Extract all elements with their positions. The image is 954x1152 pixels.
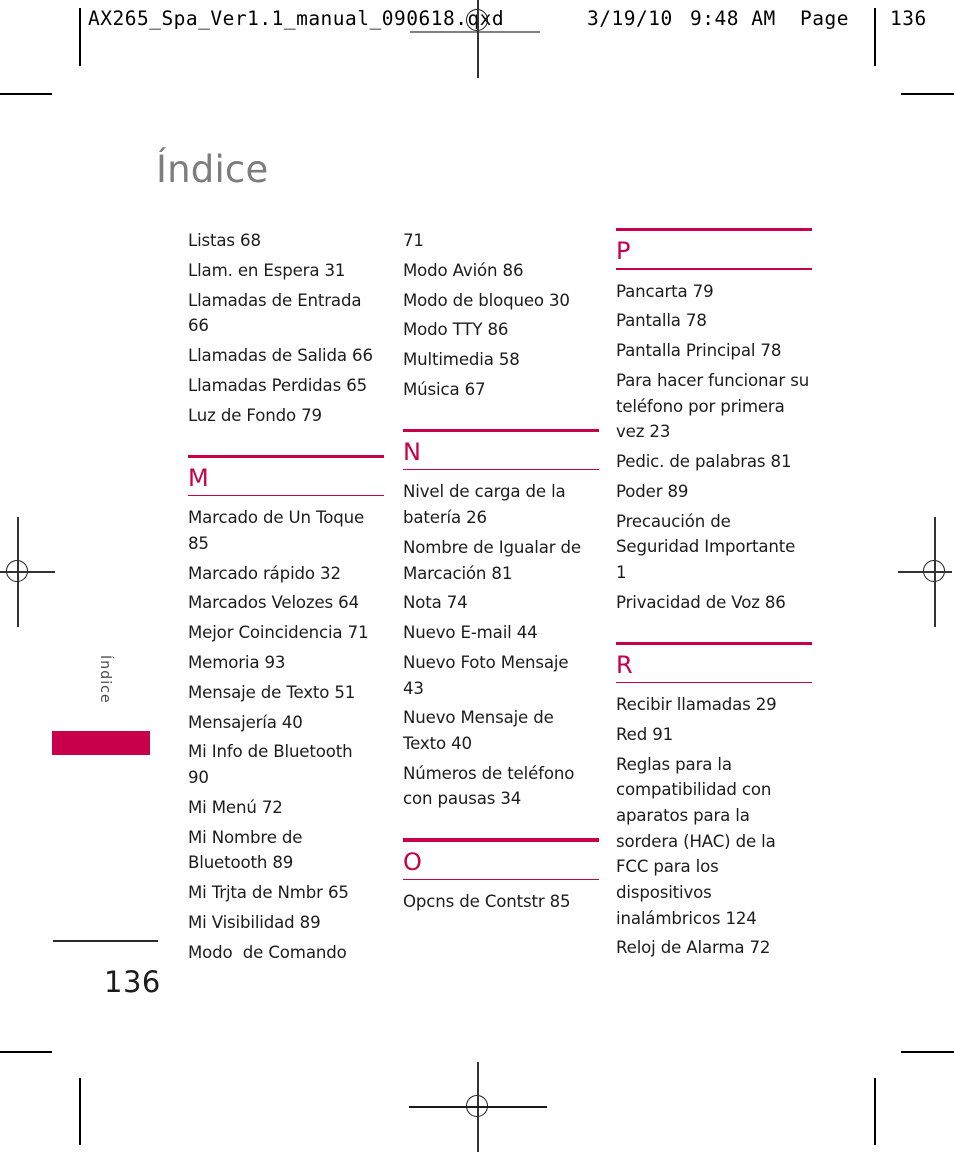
index-entry[interactable]: Nuevo Mensaje de Texto 40: [403, 705, 599, 756]
section-letter: M: [188, 463, 209, 492]
section-rule-thin: [188, 494, 384, 497]
side-tab-block: [52, 731, 150, 755]
index-entry[interactable]: Modo Avión 86: [403, 258, 599, 284]
index-entry[interactable]: Mensajería 40: [188, 710, 384, 736]
section-rule-thin: [616, 681, 812, 684]
section-rule-thin: [616, 268, 812, 270]
index-entry[interactable]: Recibir llamadas 29: [616, 692, 812, 718]
crop-mark-vertical-right-top: [874, 8, 876, 66]
index-entry[interactable]: Nuevo Foto Mensaje 43: [403, 650, 599, 701]
index-entry[interactable]: Mejor Coincidencia 71: [188, 620, 384, 646]
crop-mark-vertical-left-bottom: [79, 1078, 81, 1145]
crop-mark-horizontal-right-top: [901, 93, 954, 95]
section-letter: R: [616, 650, 633, 679]
registration-mark-bottom-center: [409, 1062, 547, 1152]
index-entry[interactable]: Marcado rápido 32: [188, 561, 384, 587]
index-entry[interactable]: Marcado de Un Toque 85: [188, 505, 384, 556]
index-entry[interactable]: Precaución de Seguridad Importante 1: [616, 509, 812, 586]
section-rule-thin: [403, 469, 599, 471]
registration-horizontal-bar: [409, 1106, 547, 1108]
index-entry[interactable]: Pancarta 79: [616, 279, 812, 305]
index-entry[interactable]: Llamadas de Entrada 66: [188, 288, 384, 339]
proof-header-date: 3/19/10: [587, 7, 673, 30]
page-number: 136: [104, 965, 161, 999]
registration-horizontal-bar: [0, 571, 55, 573]
index-entry[interactable]: Marcados Velozes 64: [188, 590, 384, 616]
index-entry[interactable]: Nivel de carga de la batería 26: [403, 479, 599, 530]
index-entry[interactable]: Mi Nombre de Bluetooth 89: [188, 825, 384, 876]
index-section-p: P Pancarta 79 Pantalla 78 Pantalla Principa…: [616, 228, 812, 615]
index-entry[interactable]: Memoria 93: [188, 650, 384, 676]
section-letter: P: [616, 237, 631, 266]
index-entry[interactable]: Poder 89: [616, 479, 812, 505]
proof-header-page-label: Page: [800, 7, 849, 30]
index-entry[interactable]: Mi Menú 72: [188, 795, 384, 821]
proof-header-page-value: 136: [890, 7, 927, 30]
index-entry[interactable]: Nota 74: [403, 590, 599, 616]
index-column-3: P Pancarta 79 Pantalla 78 Pantalla Principa…: [616, 228, 812, 965]
index-entry[interactable]: Nuevo E-mail 44: [403, 620, 599, 646]
index-entry[interactable]: Modo TTY 86: [403, 317, 599, 343]
index-entry[interactable]: Música 67: [403, 377, 599, 403]
index-section-o: O Opcns de Contstr 85: [403, 816, 599, 914]
index-entry[interactable]: Reloj de Alarma 72: [616, 935, 812, 961]
index-entry[interactable]: Pedic. de palabras 81: [616, 449, 812, 475]
index-column-1: Listas 68 Llam. en Espera 31 Llamadas de E…: [188, 228, 384, 970]
registration-vertical-bar: [477, 0, 479, 78]
registration-mark-top-center: [461, 0, 495, 78]
index-entry[interactable]: Reglas para la compatibilidad con aparat…: [616, 752, 812, 931]
registration-mark-right: [898, 517, 952, 627]
index-entry[interactable]: Luz de Fondo 79: [188, 403, 384, 429]
section-letter: N: [403, 438, 421, 467]
index-entry[interactable]: Listas 68: [188, 228, 384, 254]
index-entry[interactable]: Mensaje de Texto 51: [188, 680, 384, 706]
index-entry[interactable]: Mi Trjta de Nmbr 65: [188, 880, 384, 906]
index-section-m: M Marcado de Un Toque 85 Marcado rápido 32…: [188, 433, 384, 966]
section-letter: O: [403, 847, 422, 876]
index-entry[interactable]: Llam. en Espera 31: [188, 258, 384, 284]
section-rule-thin: [403, 878, 599, 880]
side-tab-label: Índice: [97, 655, 113, 704]
index-entry[interactable]: Modo de bloqueo 30: [403, 288, 599, 314]
index-section-r: R Recibir llamadas 29 Red 91 Reglas para la…: [616, 620, 812, 961]
index-entry[interactable]: Mi Visibilidad 89: [188, 910, 384, 936]
index-entry[interactable]: Mi Info de Bluetooth 90: [188, 739, 384, 790]
index-entry[interactable]: Privacidad de Voz 86: [616, 590, 812, 616]
index-entry[interactable]: 71: [403, 228, 599, 254]
index-section-n: N Nivel de carga de la batería 26 Nombre d…: [403, 407, 599, 812]
index-entry[interactable]: Multimedia 58: [403, 347, 599, 373]
index-entry[interactable]: Para hacer funcionar su teléfono por pri…: [616, 368, 812, 445]
proof-header-time: 9:48 AM: [690, 7, 776, 30]
index-entry[interactable]: Llamadas de Salida 66: [188, 343, 384, 369]
footer-rule: [53, 940, 158, 942]
registration-mark-left: [0, 517, 55, 627]
index-entry[interactable]: Pantalla Principal 78: [616, 338, 812, 364]
index-entry[interactable]: Nombre de Igualar de Marcación 81: [403, 535, 599, 586]
index-column-2: 71 Modo Avión 86 Modo de bloqueo 30 Modo TT…: [403, 228, 599, 919]
index-entry[interactable]: Pantalla 78: [616, 308, 812, 334]
crop-mark-horizontal-left-bottom: [0, 1051, 52, 1053]
index-entry[interactable]: Opcns de Contstr 85: [403, 889, 599, 915]
index-entry[interactable]: Llamadas Perdidas 65: [188, 373, 384, 399]
index-entry[interactable]: Modo de Comando: [188, 940, 384, 966]
page-title: Índice: [156, 148, 269, 191]
crop-mark-vertical-left-top: [79, 8, 81, 66]
crop-mark-horizontal-left-top: [0, 93, 52, 95]
crop-mark-vertical-right-bottom: [874, 1078, 876, 1145]
index-entry[interactable]: Red 91: [616, 722, 812, 748]
registration-horizontal-bar: [898, 571, 952, 573]
proof-header-filename: AX265_Spa_Ver1.1_manual_090618.qxd: [88, 7, 505, 30]
index-entry[interactable]: Números de teléfono con pausas 34: [403, 761, 599, 812]
crop-mark-horizontal-right-bottom: [901, 1051, 954, 1053]
